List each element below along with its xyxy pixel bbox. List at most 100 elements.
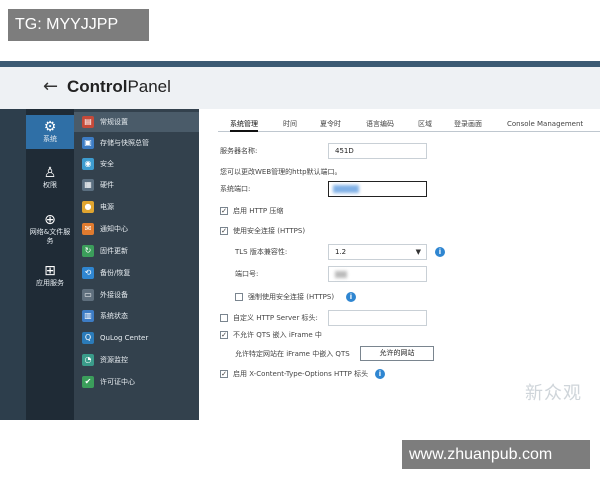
submenu-icon: ▥ [82, 310, 94, 322]
submenu-icon: ▭ [82, 289, 94, 301]
rail-item-system[interactable]: ⚙ 系统 [26, 115, 74, 149]
submenu-label: 电源 [100, 203, 114, 211]
submenu-item-0[interactable]: ▤ 常规设置 [74, 112, 199, 132]
submenu-label: 备份/恢复 [100, 269, 131, 277]
rail-item-network[interactable]: ⊕ 网络&文件服务 [26, 212, 74, 252]
allow-sites-label: 允许特定网站在 iFrame 中嵌入 QTS [235, 350, 350, 358]
rail-item-privilege[interactable]: ♙ 权限 [26, 165, 74, 197]
https-port-label: 端口号: [235, 270, 259, 278]
app-title-bold: Control [67, 77, 128, 96]
submenu-label: 常规设置 [100, 118, 128, 126]
server-name-label: 服务器名称: [220, 147, 258, 155]
nosniff-info-icon[interactable]: i [375, 369, 385, 379]
system-submenu: ▤ 常规设置 ▣ 存储与快照总管 ◉ 安全 ▦ 硬件 ● 电源 ✉ 通知中心 ↻ 固件更新 ⟲ 备份/恢复 ▭ 外… [74, 109, 199, 420]
submenu-item-10[interactable]: Q QuLog Center [74, 328, 199, 348]
http-compress-checkbox[interactable]: ✓ [220, 207, 228, 215]
nosniff-checkbox[interactable]: ✓ [220, 370, 228, 378]
submenu-item-2[interactable]: ◉ 安全 [74, 154, 199, 174]
allow-sites-button[interactable]: 允许的网站 [360, 346, 434, 361]
force-https-info-icon[interactable]: i [346, 292, 356, 302]
iframe-label: 不允许 QTS 嵌入 iFrame 中 [233, 331, 322, 339]
force-https-checkbox[interactable] [235, 293, 243, 301]
settings-panel: 系统管理 时间 夏令时 语言编码 区域 登录画面 Console Managem… [199, 109, 600, 420]
page-root: TG: MYYJJPP ← ControlPanel ⚙ 系统 ♙ 权限 ⊕ 网… [0, 0, 600, 480]
submenu-icon: ◔ [82, 354, 94, 366]
custom-header-input[interactable] [328, 310, 427, 326]
submenu-icon: ● [82, 201, 94, 213]
submenu-item-8[interactable]: ▭ 外接设备 [74, 285, 199, 305]
submenu-item-6[interactable]: ↻ 固件更新 [74, 241, 199, 261]
submenu-item-3[interactable]: ▦ 硬件 [74, 175, 199, 195]
submenu-item-1[interactable]: ▣ 存储与快照总管 [74, 133, 199, 153]
tab-language[interactable]: 语言编码 [366, 118, 394, 130]
submenu-icon: ▦ [82, 179, 94, 191]
submenu-label: 安全 [100, 160, 114, 168]
submenu-label: 固件更新 [100, 247, 128, 255]
watermark-side-text: 新众观 [525, 383, 582, 404]
submenu-icon: ✔ [82, 376, 94, 388]
rail-label-network: 网络&文件服务 [29, 228, 71, 245]
tab-dst[interactable]: 夏令时 [320, 118, 341, 130]
rail-label-privilege: 权限 [43, 181, 57, 189]
nosniff-label: 启用 X-Content-Type-Options HTTP 标头 [233, 370, 369, 378]
apps-grid-icon: ⊞ [44, 263, 56, 279]
tls-version-label: TLS 版本兼容性: [235, 248, 288, 256]
submenu-label: 资源监控 [100, 356, 128, 364]
submenu-icon: ✉ [82, 223, 94, 235]
custom-header-label: 自定义 HTTP Server 标头: [233, 314, 318, 322]
system-port-label: 系统端口: [220, 185, 251, 193]
port-hint-text: 您可以更改WEB管理的http默认端口。 [220, 168, 342, 176]
iframe-checkbox[interactable]: ✓ [220, 331, 228, 339]
custom-header-checkbox[interactable] [220, 314, 228, 322]
title-bar: ← ControlPanel [0, 61, 600, 109]
gear-icon: ⚙ [43, 119, 57, 135]
control-panel-window: ← ControlPanel ⚙ 系统 ♙ 权限 ⊕ 网络&文件服务 ⊞ 应用服… [0, 61, 600, 420]
http-compress-label: 启用 HTTP 压缩 [233, 207, 284, 215]
tls-version-select[interactable]: 1.2 ▼ [328, 244, 427, 260]
system-port-input[interactable] [328, 181, 427, 197]
https-port-input[interactable] [328, 266, 427, 282]
rail-label-apps: 应用服务 [36, 279, 64, 287]
submenu-label: 存储与快照总管 [100, 139, 149, 147]
back-arrow-icon[interactable]: ← [43, 76, 58, 97]
tab-time[interactable]: 时间 [283, 118, 297, 130]
tls-version-value: 1.2 [335, 248, 347, 256]
tab-console-management[interactable]: Console Management [507, 118, 583, 130]
submenu-item-4[interactable]: ● 电源 [74, 197, 199, 217]
https-label: 使用安全连接 (HTTPS) [233, 227, 306, 235]
submenu-icon: ▤ [82, 116, 94, 128]
app-title-light: Panel [127, 77, 171, 96]
tab-region[interactable]: 区域 [418, 118, 432, 130]
submenu-item-9[interactable]: ▥ 系统状态 [74, 306, 199, 326]
app-title: ControlPanel [67, 77, 171, 97]
submenu-label: QuLog Center [100, 334, 149, 342]
rail-label-system: 系统 [43, 135, 57, 143]
submenu-icon: ◉ [82, 158, 94, 170]
category-rail: ⚙ 系统 ♙ 权限 ⊕ 网络&文件服务 ⊞ 应用服务 [26, 109, 74, 420]
submenu-item-5[interactable]: ✉ 通知中心 [74, 219, 199, 239]
submenu-label: 外接设备 [100, 291, 128, 299]
tab-system-admin[interactable]: 系统管理 [230, 118, 258, 132]
rail-item-apps[interactable]: ⊞ 应用服务 [26, 263, 74, 295]
user-icon: ♙ [43, 165, 57, 181]
force-https-label: 强制使用安全连接 (HTTPS) [248, 293, 335, 301]
server-name-input[interactable]: 451D [328, 143, 427, 159]
submenu-icon: Q [82, 332, 94, 344]
globe-icon: ⊕ [44, 212, 56, 228]
submenu-item-11[interactable]: ◔ 资源监控 [74, 350, 199, 370]
submenu-icon: ↻ [82, 245, 94, 257]
watermark-bottom-tag: www.zhuanpub.com [402, 440, 590, 469]
blurred-https-port [335, 271, 347, 278]
submenu-icon: ⟲ [82, 267, 94, 279]
submenu-item-12[interactable]: ✔ 许可证中心 [74, 372, 199, 392]
blurred-port-value [333, 185, 359, 193]
chevron-down-icon: ▼ [415, 248, 421, 256]
tls-info-icon[interactable]: i [435, 247, 445, 257]
submenu-label: 许可证中心 [100, 378, 135, 386]
submenu-label: 系统状态 [100, 312, 128, 320]
submenu-label: 通知中心 [100, 225, 128, 233]
watermark-top-tag: TG: MYYJJPP [8, 9, 149, 41]
submenu-item-7[interactable]: ⟲ 备份/恢复 [74, 263, 199, 283]
https-checkbox[interactable]: ✓ [220, 227, 228, 235]
tab-login-screen[interactable]: 登录画面 [454, 118, 482, 130]
